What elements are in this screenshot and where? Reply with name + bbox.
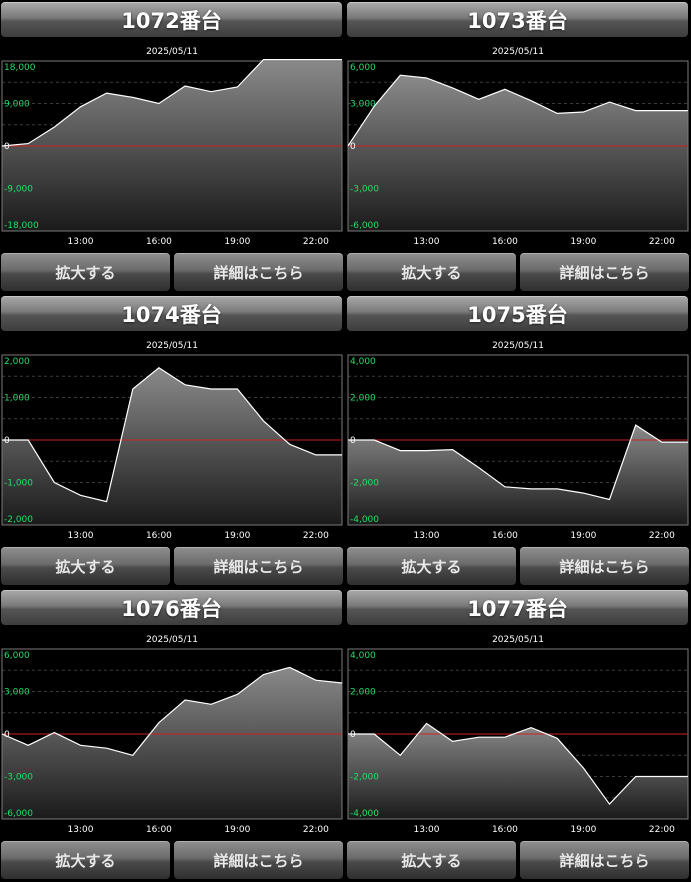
balance-chart: 2025/05/11 6,000 3,000 0 -3,000 -6,000 13:00 16… <box>347 47 689 247</box>
zoom-button[interactable]: 拡大する <box>347 841 516 879</box>
y-tick-label: 3,000 <box>4 688 30 698</box>
details-button[interactable]: 詳細はこちら <box>174 841 343 879</box>
chart-date: 2025/05/11 <box>146 635 198 645</box>
x-tick-label: 19:00 <box>224 237 250 247</box>
details-button[interactable]: 詳細はこちら <box>174 253 343 291</box>
balance-area <box>2 367 342 525</box>
y-tick-label: 6,000 <box>350 63 376 73</box>
details-button[interactable]: 詳細はこちら <box>174 547 343 585</box>
details-button[interactable]: 詳細はこちら <box>520 841 689 879</box>
x-tick-label: 13:00 <box>413 825 439 835</box>
chart-date: 2025/05/11 <box>492 635 544 645</box>
x-tick-label: 16:00 <box>146 825 172 835</box>
y-tick-label: -2,000 <box>350 773 379 783</box>
y-tick-label: 4,000 <box>350 357 376 367</box>
x-tick-label: 19:00 <box>224 825 250 835</box>
balance-chart: 2025/05/11 4,000 2,000 0 -2,000 -4,000 13:00 16… <box>347 635 689 835</box>
y-tick-label: 2,000 <box>4 357 30 367</box>
machine-title: 1075番台 <box>347 296 688 331</box>
x-tick-label: 13:00 <box>67 825 93 835</box>
chart-date: 2025/05/11 <box>492 341 544 351</box>
y-tick-label: -2,000 <box>4 515 33 525</box>
y-tick-label: 1,000 <box>4 394 30 404</box>
balance-area <box>348 75 688 231</box>
y-tick-label: -1,000 <box>4 479 33 489</box>
y-tick-label: 0 <box>350 436 356 446</box>
x-tick-label: 22:00 <box>649 825 675 835</box>
chart-panel: 1077番台 2025/05/11 4,000 2,000 0 -2,000 -4,000 1… <box>346 588 690 882</box>
y-tick-label: -3,000 <box>4 773 33 783</box>
zoom-button[interactable]: 拡大する <box>347 253 516 291</box>
y-tick-label: -2,000 <box>350 479 379 489</box>
x-tick-label: 19:00 <box>224 531 250 541</box>
details-button[interactable]: 詳細はこちら <box>520 253 689 291</box>
y-tick-label: 0 <box>4 142 10 152</box>
balance-area <box>348 723 688 819</box>
balance-area <box>2 59 342 231</box>
x-tick-label: 16:00 <box>146 531 172 541</box>
chart-date: 2025/05/11 <box>146 341 198 351</box>
y-tick-label: 9,000 <box>4 100 30 110</box>
chart-panel: 1076番台 2025/05/11 6,000 3,000 0 -3,000 -6,000 1… <box>0 588 344 882</box>
x-tick-label: 16:00 <box>146 237 172 247</box>
y-tick-label: 2,000 <box>350 688 376 698</box>
x-tick-label: 22:00 <box>303 825 329 835</box>
y-tick-label: 4,000 <box>350 651 376 661</box>
chart-panel: 1075番台 2025/05/11 4,000 2,000 0 -2,000 -4,000 1… <box>346 294 690 588</box>
balance-chart: 2025/05/11 4,000 2,000 0 -2,000 -4,000 13:00 16… <box>347 341 689 541</box>
x-tick-label: 16:00 <box>492 825 518 835</box>
y-tick-label: -6,000 <box>350 221 379 231</box>
x-tick-label: 22:00 <box>649 531 675 541</box>
chart-panel: 1072番台 2025/05/11 18,000 9,000 0 -9,000 -18,00… <box>0 0 344 294</box>
machine-title: 1073番台 <box>347 2 688 37</box>
balance-chart: 2025/05/11 18,000 9,000 0 -9,000 -18,000 13:00… <box>1 47 343 247</box>
x-tick-label: 22:00 <box>649 237 675 247</box>
y-tick-label: -4,000 <box>350 809 379 819</box>
x-tick-label: 16:00 <box>492 531 518 541</box>
machine-title: 1074番台 <box>1 296 342 331</box>
machine-title: 1077番台 <box>347 590 688 625</box>
x-tick-label: 22:00 <box>303 531 329 541</box>
zoom-button[interactable]: 拡大する <box>1 253 170 291</box>
y-tick-label: 0 <box>4 730 10 740</box>
y-tick-label: -4,000 <box>350 515 379 525</box>
y-tick-label: -18,000 <box>4 221 39 231</box>
balance-area <box>2 667 342 819</box>
machine-title: 1072番台 <box>1 2 342 37</box>
zoom-button[interactable]: 拡大する <box>1 547 170 585</box>
balance-chart: 2025/05/11 6,000 3,000 0 -3,000 -6,000 13:00 16… <box>1 635 343 835</box>
x-tick-label: 22:00 <box>303 237 329 247</box>
balance-chart: 2025/05/11 2,000 1,000 0 -1,000 -2,000 13:00 16… <box>1 341 343 541</box>
chart-date: 2025/05/11 <box>146 47 198 57</box>
x-tick-label: 13:00 <box>413 531 439 541</box>
x-tick-label: 13:00 <box>67 237 93 247</box>
chart-date: 2025/05/11 <box>492 47 544 57</box>
x-tick-label: 13:00 <box>413 237 439 247</box>
x-tick-label: 16:00 <box>492 237 518 247</box>
details-button[interactable]: 詳細はこちら <box>520 547 689 585</box>
y-tick-label: 0 <box>4 436 10 446</box>
y-tick-label: 2,000 <box>350 394 376 404</box>
y-tick-label: -9,000 <box>4 185 33 195</box>
zoom-button[interactable]: 拡大する <box>347 547 516 585</box>
chart-panel: 1073番台 2025/05/11 6,000 3,000 0 -3,000 -6,000 1… <box>346 0 690 294</box>
y-tick-label: 6,000 <box>4 651 30 661</box>
zoom-button[interactable]: 拡大する <box>1 841 170 879</box>
machine-title: 1076番台 <box>1 590 342 625</box>
y-tick-label: 0 <box>350 730 356 740</box>
y-tick-label: 0 <box>350 142 356 152</box>
y-tick-label: -6,000 <box>4 809 33 819</box>
x-tick-label: 19:00 <box>570 237 596 247</box>
y-tick-label: 18,000 <box>4 63 36 73</box>
chart-panel: 1074番台 2025/05/11 2,000 1,000 0 -1,000 -2,000 1… <box>0 294 344 588</box>
y-tick-label: 3,000 <box>350 100 376 110</box>
x-tick-label: 19:00 <box>570 825 596 835</box>
x-tick-label: 13:00 <box>67 531 93 541</box>
y-tick-label: -3,000 <box>350 185 379 195</box>
x-tick-label: 19:00 <box>570 531 596 541</box>
